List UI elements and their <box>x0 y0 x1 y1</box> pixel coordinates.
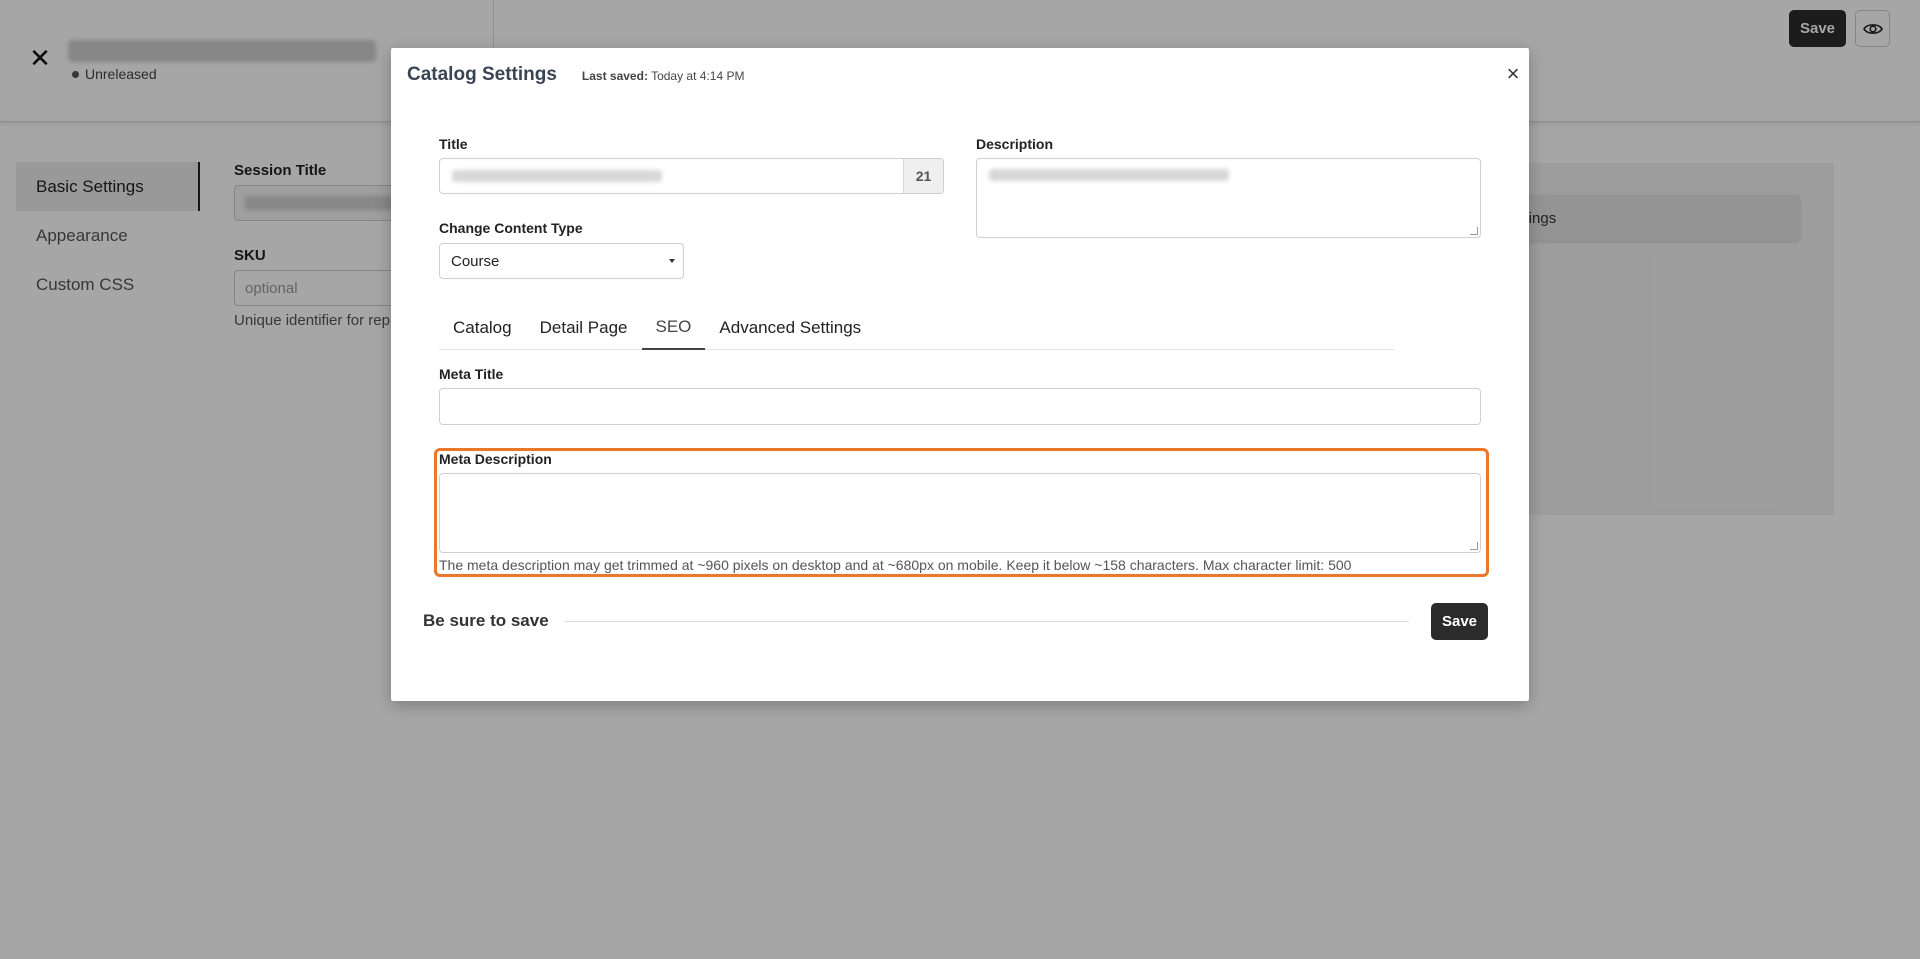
last-saved-info: Last saved: Today at 4:14 PM <box>582 69 745 83</box>
modal-title: Catalog Settings <box>407 64 557 85</box>
resize-handle-icon[interactable] <box>1470 227 1478 235</box>
content-type-value: Course <box>451 252 500 270</box>
save-reminder: Be sure to save <box>423 611 549 630</box>
description-value-redacted <box>989 169 1229 181</box>
title-char-count: 21 <box>903 159 943 193</box>
tab-detail-page[interactable]: Detail Page <box>526 306 642 350</box>
meta-description-help: The meta description may get trimmed at … <box>439 557 1352 573</box>
title-label: Title <box>439 136 468 152</box>
content-type-label: Change Content Type <box>439 220 583 236</box>
modal-header: Catalog Settings Last saved: Today at 4:… <box>407 64 744 86</box>
chevron-down-icon <box>669 259 675 263</box>
last-saved-value: Today at 4:14 PM <box>651 69 745 83</box>
modal-save-button[interactable]: Save <box>1431 602 1488 640</box>
settings-tabs: Catalog Detail Page SEO Advanced Setting… <box>439 306 1394 350</box>
description-textarea[interactable] <box>976 158 1481 238</box>
tab-seo[interactable]: SEO <box>641 306 706 350</box>
meta-description-label: Meta Description <box>439 451 552 467</box>
description-label: Description <box>976 136 1054 152</box>
meta-description-textarea[interactable] <box>439 473 1481 553</box>
save-row: Be sure to save Save <box>423 601 1488 641</box>
save-row-divider <box>564 620 1409 622</box>
meta-title-input[interactable] <box>439 388 1481 425</box>
title-value-redacted <box>452 170 662 182</box>
tab-advanced-settings[interactable]: Advanced Settings <box>705 306 875 350</box>
tab-catalog[interactable]: Catalog <box>439 306 526 350</box>
modal-close-icon[interactable]: × <box>1502 63 1524 85</box>
catalog-settings-modal: Catalog Settings Last saved: Today at 4:… <box>391 48 1529 701</box>
title-input[interactable]: 21 <box>439 158 944 194</box>
content-type-select[interactable]: Course <box>439 243 684 279</box>
meta-title-label: Meta Title <box>439 366 504 382</box>
resize-handle-icon[interactable] <box>1470 542 1478 550</box>
last-saved-label: Last saved: <box>581 69 648 83</box>
